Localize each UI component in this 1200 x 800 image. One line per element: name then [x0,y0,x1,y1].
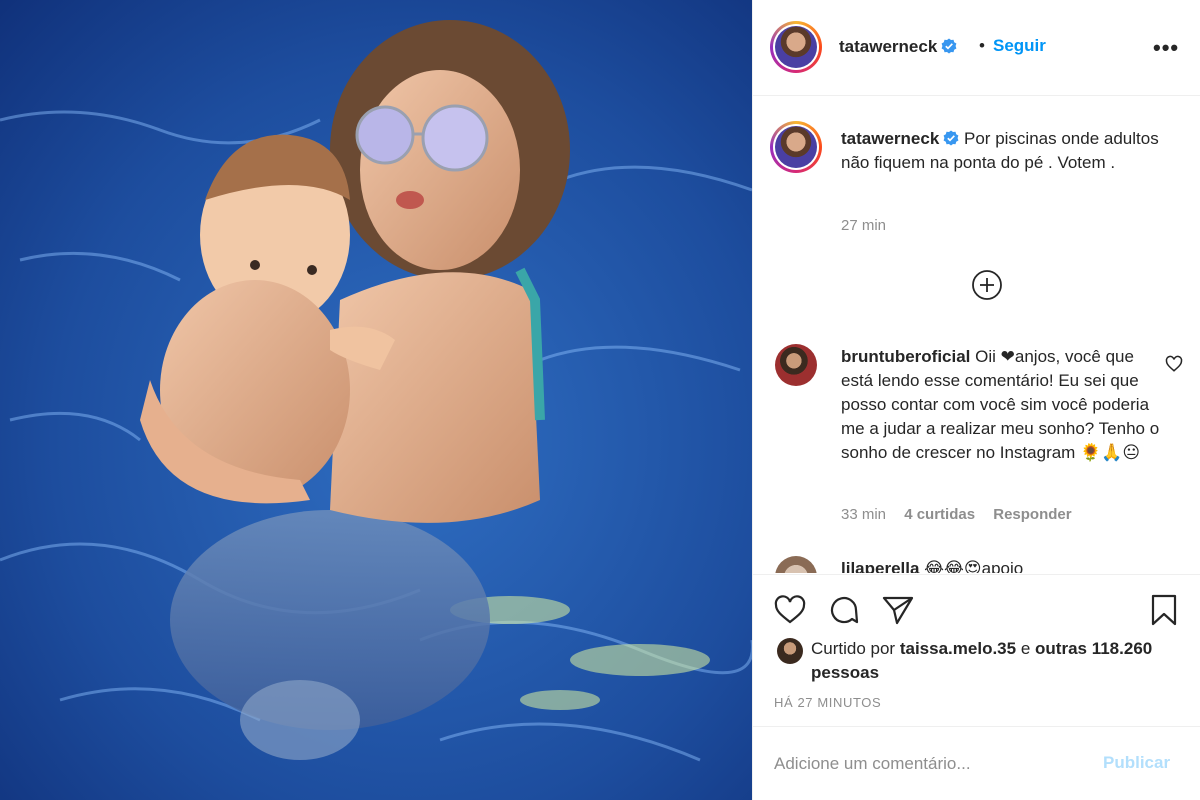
likes-connector: e [1020,639,1031,658]
verified-badge-icon [941,38,957,54]
heart-icon[interactable] [773,593,807,627]
comment-username[interactable]: lilaperella [841,559,919,573]
comment-item: lilaperella 😂😂😍apoio [841,557,1023,573]
author-username-row[interactable]: tatawerneck [839,37,957,57]
caption-avatar[interactable] [770,121,822,173]
bookmark-icon[interactable] [1147,593,1181,627]
liker-username[interactable]: taissa.melo.35 [900,639,1016,658]
more-options-icon[interactable]: ••• [1153,35,1179,61]
liker-avatar[interactable] [777,638,803,664]
caption: tatawerneck Por piscinas onde adultos nã… [841,127,1171,175]
comment-likes[interactable]: 4 curtidas [904,506,975,523]
author-username[interactable]: tatawerneck [839,37,937,56]
comment-like-heart-icon[interactable] [1165,355,1183,373]
comment-meta: 33 min 4 curtidas Responder [841,506,1086,523]
post-image [0,0,752,800]
add-comment-bar: Publicar [753,726,1200,800]
reply-button[interactable]: Responder [993,506,1071,523]
share-icon[interactable] [881,593,915,627]
follow-button[interactable]: Seguir [993,36,1046,56]
comment-text: 😂😂😍apoio [924,559,1024,573]
caption-time: 27 min [841,217,887,234]
publish-button[interactable]: Publicar [1103,753,1170,773]
comment-input[interactable] [774,749,1094,779]
verified-badge-icon [943,130,959,146]
comment-avatar[interactable] [775,344,817,386]
likes-summary: Curtido por taissa.melo.35 e outras 118.… [811,637,1171,685]
load-more-icon[interactable] [971,269,1003,301]
separator-dot: • [979,36,985,55]
comment-avatar[interactable] [775,556,817,573]
comments-section[interactable]: tatawerneck Por piscinas onde adultos nã… [753,97,1200,573]
post-photo[interactable] [0,0,752,800]
comment-username[interactable]: bruntuberoficial [841,347,970,366]
post-timestamp[interactable]: HÁ 27 MINUTOS [774,695,881,710]
comment-icon[interactable] [827,593,861,627]
comment-time: 33 min [841,506,887,523]
post-header: tatawerneck • Seguir ••• [753,0,1200,96]
post-sidebar: tatawerneck • Seguir ••• tatawerneck Por… [752,0,1200,800]
author-avatar[interactable] [770,21,822,73]
caption-username[interactable]: tatawerneck [841,129,939,148]
comment-item: bruntuberoficial Oii ❤anjos, você que es… [841,345,1161,465]
likes-prefix: Curtido por [811,639,896,658]
post-actions: Curtido por taissa.melo.35 e outras 118.… [753,574,1200,726]
